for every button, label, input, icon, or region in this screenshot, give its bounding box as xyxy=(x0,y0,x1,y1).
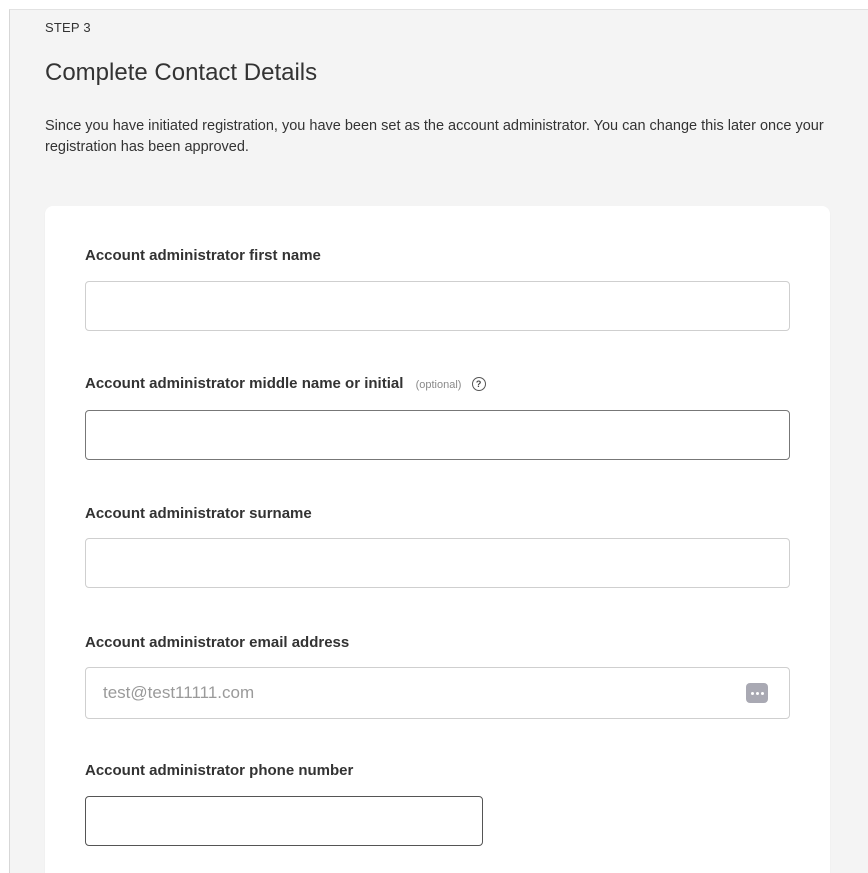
first-name-label: Account administrator first name xyxy=(85,247,321,264)
dot xyxy=(761,692,764,695)
dot xyxy=(751,692,754,695)
intro-text: Since you have initiated registration, y… xyxy=(45,118,824,155)
surname-label: Account administrator surname xyxy=(85,505,312,522)
page-title: Complete Contact Details xyxy=(45,59,318,86)
middle-name-label: Account administrator middle name or ini… xyxy=(85,375,486,392)
step-indicator: STEP 3 xyxy=(45,20,91,35)
email-label-text: Account administrator email address xyxy=(85,634,350,651)
phone-label-text: Account administrator phone number xyxy=(85,762,354,779)
first-name-input[interactable] xyxy=(85,281,790,331)
first-name-label-text: Account administrator first name xyxy=(85,247,321,264)
dot xyxy=(756,692,759,695)
surname-input[interactable] xyxy=(85,538,790,588)
email-value-text: test@test11111.com xyxy=(103,683,255,702)
middle-name-input[interactable] xyxy=(85,410,790,460)
surname-label-text: Account administrator surname xyxy=(85,505,312,522)
phone-label: Account administrator phone number xyxy=(85,762,353,779)
page: STEP 3 Complete Contact Details Since yo… xyxy=(0,0,868,873)
more-dots-icon[interactable] xyxy=(746,683,768,703)
email-field[interactable]: test@test11111.com xyxy=(85,667,790,719)
optional-tag: (optional) xyxy=(415,379,462,391)
email-label: Account administrator email address xyxy=(85,634,349,651)
help-icon[interactable]: ? xyxy=(471,377,486,391)
phone-input[interactable] xyxy=(85,796,483,846)
middle-name-label-text: Account administrator middle name or ini… xyxy=(85,375,404,392)
